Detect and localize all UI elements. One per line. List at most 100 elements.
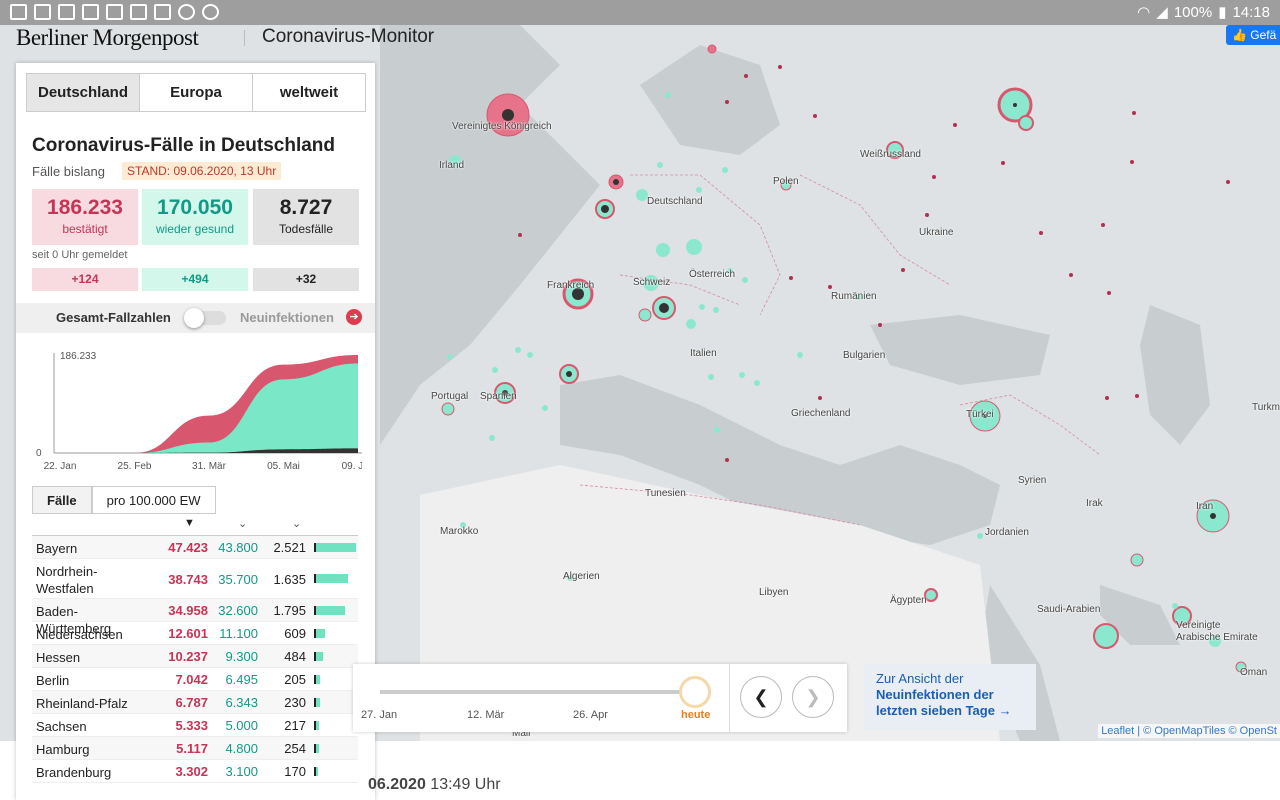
table-row[interactable]: Hessen 10.237 9.300 484 bbox=[32, 645, 358, 668]
recovered-box: 170.050 wieder gesund bbox=[142, 189, 248, 245]
mail-notification-icon bbox=[154, 4, 171, 20]
state-cases: 3.302 bbox=[175, 764, 208, 779]
confirmed-label: bestätigt bbox=[62, 222, 108, 236]
state-recovered: 43.800 bbox=[218, 540, 258, 555]
timeline-track[interactable] bbox=[380, 690, 695, 694]
tab-europa[interactable]: Europa bbox=[139, 74, 252, 111]
deaths-label: Todesfälle bbox=[278, 222, 334, 236]
table-row[interactable]: Brandenburg 3.302 3.100 170 bbox=[32, 760, 358, 783]
region-tabs: Deutschland Europa weltweit bbox=[26, 73, 366, 112]
state-bar bbox=[314, 721, 319, 730]
x-tick-label: 31. Mär bbox=[192, 461, 227, 472]
tab-deutschland[interactable]: Deutschland bbox=[27, 74, 139, 111]
tab-faelle[interactable]: Fälle bbox=[32, 486, 92, 514]
table-row[interactable]: Rheinland-Pfalz 6.787 6.343 230 bbox=[32, 691, 358, 714]
map-label: Iran bbox=[1196, 501, 1214, 512]
cta-line1: Zur Ansicht der bbox=[876, 671, 964, 686]
battery-icon: ▮ bbox=[1218, 4, 1227, 21]
map-label: Oman bbox=[1240, 667, 1268, 678]
state-cases: 38.743 bbox=[168, 572, 208, 587]
map-label: Portugal bbox=[431, 391, 469, 402]
browser-notification-icon bbox=[178, 4, 195, 20]
delta-deaths: +32 bbox=[253, 268, 359, 291]
map-label: Italien bbox=[690, 348, 717, 359]
state-name: Rheinland-Pfalz bbox=[36, 696, 128, 711]
map-label: Bulgarien bbox=[843, 350, 886, 361]
toggle-label-new[interactable]: Neuinfektionen bbox=[240, 310, 334, 325]
state-table: Bayern 47.423 43.800 2.521 Nordrhein-Westfal… bbox=[32, 536, 358, 783]
mail-notification-icon bbox=[58, 4, 75, 20]
sort-deaths-chevron-icon[interactable]: ⌄ bbox=[292, 517, 301, 530]
table-row[interactable]: Nordrhein-Westfalen 38.743 35.700 1.635 bbox=[32, 559, 358, 599]
map-attribution[interactable]: Leaflet | © OpenMapTiles © OpenSt bbox=[1098, 724, 1280, 738]
recovered-value: 170.050 bbox=[157, 196, 233, 219]
since-label: seit 0 Uhr gemeldet bbox=[32, 249, 128, 261]
mode-toggle-switch[interactable] bbox=[184, 308, 226, 328]
chevron-left-icon: ❮ bbox=[753, 687, 769, 707]
state-recovered: 5.000 bbox=[225, 718, 258, 733]
x-tick-label: 05. Mai bbox=[267, 461, 300, 472]
panel-title: Coronavirus-Fälle in Deutschland bbox=[32, 135, 335, 156]
chevron-right-icon: ❯ bbox=[805, 687, 821, 707]
table-row[interactable]: Hamburg 5.117 4.800 254 bbox=[32, 737, 358, 760]
map-label: Ukraine bbox=[919, 227, 954, 238]
cases-label: Fälle bislang bbox=[32, 164, 105, 179]
state-cases: 34.958 bbox=[168, 603, 208, 618]
arrow-right-icon[interactable]: ➔ bbox=[346, 309, 362, 325]
state-recovered: 4.800 bbox=[225, 741, 258, 756]
state-cases: 10.237 bbox=[168, 649, 208, 664]
stats-panel: Deutschland Europa weltweit Coronavirus-… bbox=[16, 63, 375, 800]
sort-cases-chevron-icon[interactable]: ▼ bbox=[184, 517, 195, 529]
table-tabs: Fälle pro 100.000 EW bbox=[32, 486, 216, 514]
map-label: Saudi-Arabien bbox=[1037, 604, 1101, 615]
timeline-handle[interactable] bbox=[679, 676, 711, 708]
update-date: 06.2020 bbox=[368, 776, 426, 793]
map-label: Spanien bbox=[480, 391, 517, 402]
toggle-knob[interactable] bbox=[184, 308, 204, 328]
facebook-like-label: Gefä bbox=[1250, 28, 1277, 42]
toggle-label-total[interactable]: Gesamt-Fallzahlen bbox=[56, 310, 171, 325]
table-row[interactable]: Niedersachsen 12.601 11.100 609 bbox=[32, 622, 358, 645]
delta-recovered: +494 bbox=[142, 268, 248, 291]
state-deaths: 254 bbox=[284, 741, 306, 756]
state-deaths: 1.795 bbox=[273, 603, 306, 618]
tab-weltweit[interactable]: weltweit bbox=[252, 74, 365, 111]
map-label: Frankreich bbox=[547, 280, 595, 291]
state-deaths: 1.635 bbox=[273, 572, 306, 587]
timeline-date: 26. Apr bbox=[573, 709, 608, 721]
map-label: Irak bbox=[1086, 498, 1103, 509]
sort-recovered-chevron-icon[interactable]: ⌄ bbox=[238, 517, 247, 530]
sort-row: ▼ ⌄ ⌄ bbox=[32, 514, 358, 536]
state-bar bbox=[314, 698, 320, 707]
cases-chart: 22. Jan 25. Feb 31. Mär 05. Mai 09. Jun 186.2… bbox=[36, 351, 362, 472]
state-recovered: 35.700 bbox=[218, 572, 258, 587]
confirmed-box: 186.233 bestätigt bbox=[32, 189, 138, 245]
table-row[interactable]: Baden-Württemberg 34.958 32.600 1.795 bbox=[32, 599, 358, 636]
timeline-divider bbox=[729, 664, 730, 732]
facebook-like-button[interactable]: 👍 Gefä bbox=[1226, 25, 1280, 45]
update-timestamp: 06.2020 13:49 Uhr bbox=[368, 776, 501, 794]
map-label: Syrien bbox=[1018, 475, 1047, 486]
state-bar bbox=[314, 606, 346, 615]
state-recovered: 3.100 bbox=[225, 764, 258, 779]
map-label: Turkmenistan bbox=[1252, 402, 1280, 413]
state-deaths: 609 bbox=[284, 626, 306, 641]
table-row[interactable]: Bayern 47.423 43.800 2.521 bbox=[32, 536, 358, 559]
table-row[interactable]: Sachsen 5.333 5.000 217 bbox=[32, 714, 358, 737]
next-day-button[interactable]: ❯ bbox=[792, 676, 834, 718]
tab-per-100k[interactable]: pro 100.000 EW bbox=[91, 486, 216, 514]
brand-logo[interactable]: Berliner Morgenpost bbox=[16, 25, 199, 51]
state-deaths: 205 bbox=[284, 672, 306, 687]
timeline-date: 12. Mär bbox=[467, 709, 505, 721]
timeline-date: 27. Jan bbox=[361, 709, 398, 721]
state-bar bbox=[314, 767, 318, 776]
previous-day-button[interactable]: ❮ bbox=[740, 676, 782, 718]
map-label: Marokko bbox=[440, 526, 479, 537]
delta-confirmed: +124 bbox=[32, 268, 138, 291]
table-row[interactable]: Berlin 7.042 6.495 205 bbox=[32, 668, 358, 691]
cta-line2: Neuinfektionen der letzten sieben Tage → bbox=[876, 687, 1012, 718]
state-deaths: 484 bbox=[284, 649, 306, 664]
new-infections-link[interactable]: Zur Ansicht der Neuinfektionen der letzt… bbox=[864, 664, 1036, 730]
header-divider bbox=[244, 30, 245, 46]
deaths-box: 8.727 Todesfälle bbox=[253, 189, 359, 245]
